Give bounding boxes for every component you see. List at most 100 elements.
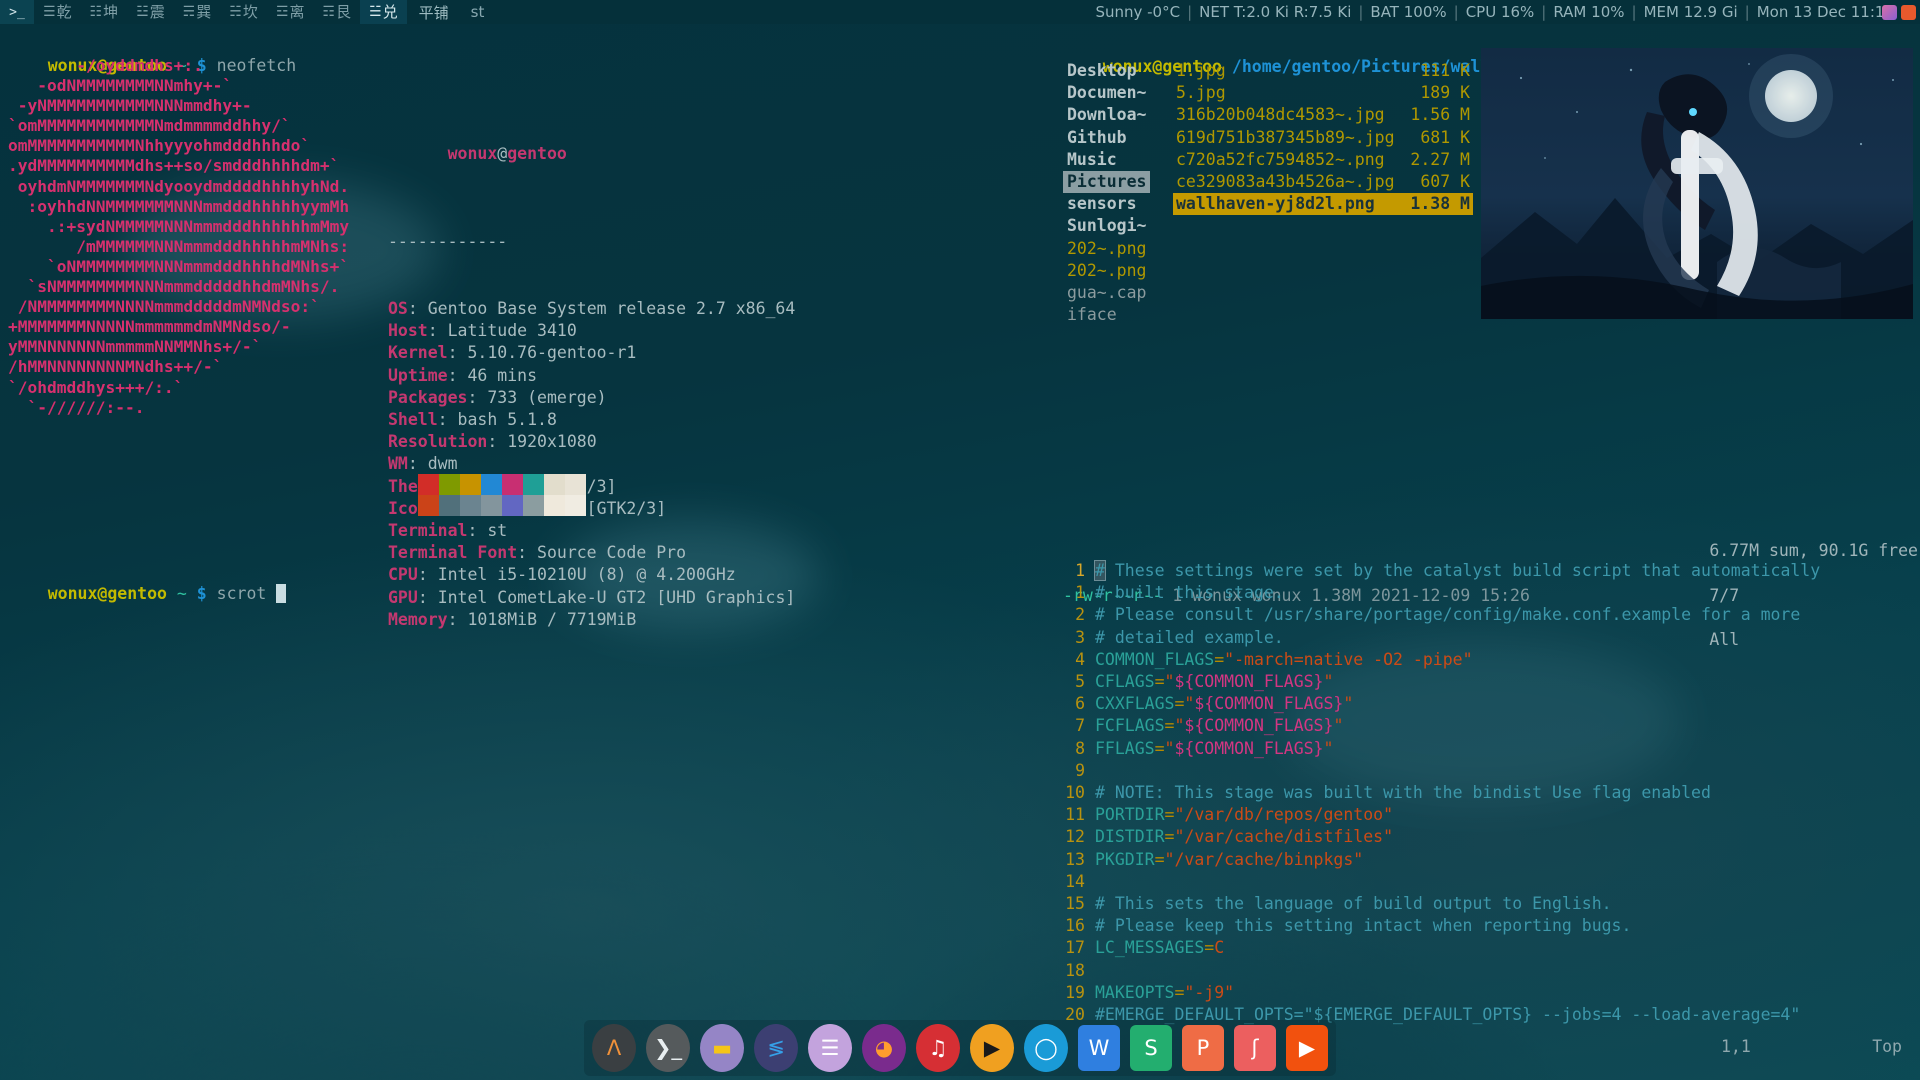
terminal-neofetch[interactable]: wonux@gentoo ~ $ neofetch -/oyddmdhs+:. … bbox=[0, 24, 1055, 1080]
tray-icon-1[interactable] bbox=[1882, 4, 1897, 20]
archlabs-icon[interactable]: Λ bbox=[592, 1024, 636, 1072]
ranger-parent-item[interactable]: 202~.png bbox=[1063, 260, 1150, 282]
palette-swatch bbox=[565, 474, 586, 495]
tag-8[interactable]: ☱ 兑 bbox=[360, 0, 407, 24]
ranger-file-item[interactable]: 619d751b387345b89~.jpg 681 K bbox=[1173, 127, 1473, 149]
tag-1[interactable]: ☰ 乾 bbox=[34, 0, 81, 24]
ranger-parent-item[interactable]: gua~.cap bbox=[1063, 282, 1150, 304]
application-dock[interactable]: Λ ❯_ ▬ ≶ ☰ ◕ ♫ ▶ ◯ W S Pʃ ▶ bbox=[584, 1020, 1336, 1076]
vim-line-number: 11 bbox=[1065, 805, 1085, 825]
tag-label: 离 bbox=[289, 3, 305, 21]
vim-line-text: DISTDIR="/var/cache/distfiles" bbox=[1095, 827, 1394, 847]
vim-line[interactable]: 13 PKGDIR="/var/cache/binpkgs" bbox=[1057, 849, 1920, 871]
neofetch-key: Packages bbox=[388, 387, 468, 407]
ranger-file-item[interactable]: 316b20b048dc4583~.jpg 1.56 M bbox=[1173, 104, 1473, 126]
launcher-icon[interactable]: >_ bbox=[0, 0, 34, 24]
status-separator: | bbox=[1453, 3, 1459, 21]
vim-line[interactable]: 11 PORTDIR="/var/db/repos/gentoo" bbox=[1057, 804, 1920, 826]
trigram-icon: ☰ bbox=[43, 4, 56, 20]
vim-line[interactable]: 6 CXXFLAGS="${COMMON_FLAGS}" bbox=[1057, 693, 1920, 715]
status-bar: >_ ☰ 乾 ☷ 坤 ☳ 震 ☴ 巽 ☵ 坎 ☲ 离 ☶ 艮 ☱ 兑 平铺 st Sunny -0°C | NET… bbox=[0, 0, 1920, 24]
ranger-parent-item[interactable]: sensors bbox=[1063, 193, 1150, 215]
status-segment-3: BAT 100% bbox=[1370, 3, 1447, 21]
wps-writer-icon[interactable]: W bbox=[1078, 1025, 1120, 1071]
ranger-parent-item[interactable]: Downloa~ bbox=[1063, 104, 1150, 126]
file-manager-icon[interactable]: ▬ bbox=[700, 1024, 744, 1072]
vim-line-number: 7 bbox=[1075, 716, 1085, 736]
vim-line[interactable]: 18 bbox=[1057, 960, 1920, 982]
netease-music-icon[interactable]: ♫ bbox=[916, 1024, 960, 1072]
vim-line[interactable]: 1 # These settings were set by the cataly… bbox=[1057, 560, 1920, 582]
tag-7[interactable]: ☶ 艮 bbox=[313, 0, 360, 24]
ranger-file-item[interactable]: 1.jpg 111 K bbox=[1173, 60, 1473, 82]
vim-line[interactable]: 12 DISTDIR="/var/cache/distfiles" bbox=[1057, 826, 1920, 848]
vscode-icon[interactable]: ≶ bbox=[754, 1024, 798, 1072]
ranger-parent-item[interactable]: 202~.png bbox=[1063, 238, 1150, 260]
ranger-parent-item[interactable]: Documen~ bbox=[1063, 82, 1150, 104]
vim-line[interactable]: 7 FCFLAGS="${COMMON_FLAGS}" bbox=[1057, 715, 1920, 737]
vim-line[interactable]: 2 # Please consult /usr/share/portage/con… bbox=[1057, 604, 1920, 626]
edge-browser-icon[interactable]: ◯ bbox=[1024, 1024, 1068, 1072]
vim-line[interactable]: 15 # This sets the language of build outp… bbox=[1057, 893, 1920, 915]
ranger-parent-item[interactable]: Github bbox=[1063, 127, 1150, 149]
ranger-parent-item[interactable]: iface bbox=[1063, 304, 1150, 326]
vim-editor[interactable]: 1 # These settings were set by the cataly… bbox=[1057, 560, 1920, 1058]
ranger-parent-column[interactable]: Desktop Documen~ Downloa~ Github Music Pictur… bbox=[1063, 60, 1151, 326]
text-editor-icon[interactable]: ☰ bbox=[808, 1024, 852, 1072]
vscode-icon-glyph: ≶ bbox=[767, 1036, 785, 1060]
ranger-file-item[interactable]: c720a52fc7594852~.png 2.27 M bbox=[1173, 149, 1473, 171]
vim-line[interactable]: 9 bbox=[1057, 760, 1920, 782]
neofetch-key: Resolution bbox=[388, 432, 488, 452]
status-segment-2: NET T:2.0 Ki R:7.5 Ki bbox=[1199, 3, 1352, 21]
vim-line[interactable]: 14 bbox=[1057, 871, 1920, 893]
neofetch-colon: : bbox=[437, 410, 458, 430]
tray-icon-2[interactable] bbox=[1901, 4, 1916, 20]
vim-line[interactable]: 8 FFLAGS="${COMMON_FLAGS}" bbox=[1057, 738, 1920, 760]
media-player-icon[interactable]: ▶ bbox=[970, 1024, 1014, 1072]
vim-line[interactable]: 17 LC_MESSAGES=C bbox=[1057, 937, 1920, 959]
ranger-parent-item[interactable]: Music bbox=[1063, 149, 1150, 171]
tag-3[interactable]: ☳ 震 bbox=[127, 0, 174, 24]
ranger-file-item[interactable]: ce329083a43b4526a~.jpg 607 K bbox=[1173, 171, 1473, 193]
wps-pdf-icon[interactable]: ʃ bbox=[1234, 1025, 1276, 1071]
tag-5[interactable]: ☵ 坎 bbox=[220, 0, 267, 24]
vim-line-text: CFLAGS="${COMMON_FLAGS}" bbox=[1095, 672, 1334, 692]
ranger-file-item[interactable]: 5.jpg 189 K bbox=[1173, 82, 1473, 104]
neofetch-colon: : bbox=[487, 432, 508, 452]
vim-line-text: COMMON_FLAGS="-march=native -O2 -pipe" bbox=[1095, 649, 1473, 669]
ranger-parent-item[interactable]: Desktop bbox=[1063, 60, 1150, 82]
wps-spreadsheet-icon[interactable]: S bbox=[1130, 1025, 1172, 1071]
vim-line-number: 15 bbox=[1065, 894, 1085, 914]
neofetch-key: Memory bbox=[388, 609, 448, 629]
system-tray[interactable] bbox=[1882, 0, 1920, 24]
firefox-icon[interactable]: ◕ bbox=[862, 1024, 906, 1072]
vim-line[interactable]: 16 # Please keep this setting intact when… bbox=[1057, 915, 1920, 937]
vim-line[interactable]: 3 # detailed example. bbox=[1057, 627, 1920, 649]
neofetch-color-palette bbox=[418, 474, 586, 516]
vim-buffer[interactable]: 1 # These settings were set by the cataly… bbox=[1057, 560, 1920, 1026]
ranger-file-item[interactable]: wallhaven-yj8d2l.png 1.38 M bbox=[1173, 193, 1473, 216]
terminal-icon[interactable]: ❯_ bbox=[646, 1024, 690, 1072]
neofetch-key: OS bbox=[388, 299, 408, 319]
vim-line[interactable]: 1 # built this stage. bbox=[1057, 582, 1920, 604]
ranger-file-name: 1.jpg bbox=[1176, 61, 1226, 80]
ranger-parent-item[interactable]: Pictures bbox=[1063, 171, 1151, 194]
ranger-parent-item[interactable]: Sunlogi~ bbox=[1063, 215, 1150, 237]
tag-2[interactable]: ☷ 坤 bbox=[81, 0, 128, 24]
ranger-file-manager[interactable]: wonux@gentoo /home/gentoo/Pictures/wallh… bbox=[1057, 24, 1920, 649]
text-editor-icon-glyph: ☰ bbox=[820, 1036, 840, 1060]
vim-line[interactable]: 19 MAKEOPTS="-j9" bbox=[1057, 982, 1920, 1004]
ranger-file-column[interactable]: 1.jpg 111 K 5.jpg 189 K 316b20b048dc4583~.jp… bbox=[1173, 60, 1473, 216]
vim-line[interactable]: 10 # NOTE: This stage was built with the … bbox=[1057, 782, 1920, 804]
vim-line[interactable]: 4 COMMON_FLAGS="-march=native -O2 -pipe" bbox=[1057, 649, 1920, 671]
vim-line[interactable]: 5 CFLAGS="${COMMON_FLAGS}" bbox=[1057, 671, 1920, 693]
tag-4[interactable]: ☴ 巽 bbox=[174, 0, 221, 24]
wps-pdf-icon-glyph: ʃ bbox=[1251, 1036, 1259, 1060]
trigram-icon: ☶ bbox=[322, 4, 335, 20]
tag-label: 艮 bbox=[336, 3, 352, 21]
tag-list: ☰ 乾 ☷ 坤 ☳ 震 ☴ 巽 ☵ 坎 ☲ 离 ☶ 艮 ☱ 兑 bbox=[34, 0, 407, 24]
tag-6[interactable]: ☲ 离 bbox=[267, 0, 314, 24]
wps-presentation-icon[interactable]: P bbox=[1182, 1025, 1224, 1071]
wps-mail-icon[interactable]: ▶ bbox=[1286, 1025, 1328, 1071]
layout-indicator[interactable]: 平铺 bbox=[407, 2, 461, 23]
